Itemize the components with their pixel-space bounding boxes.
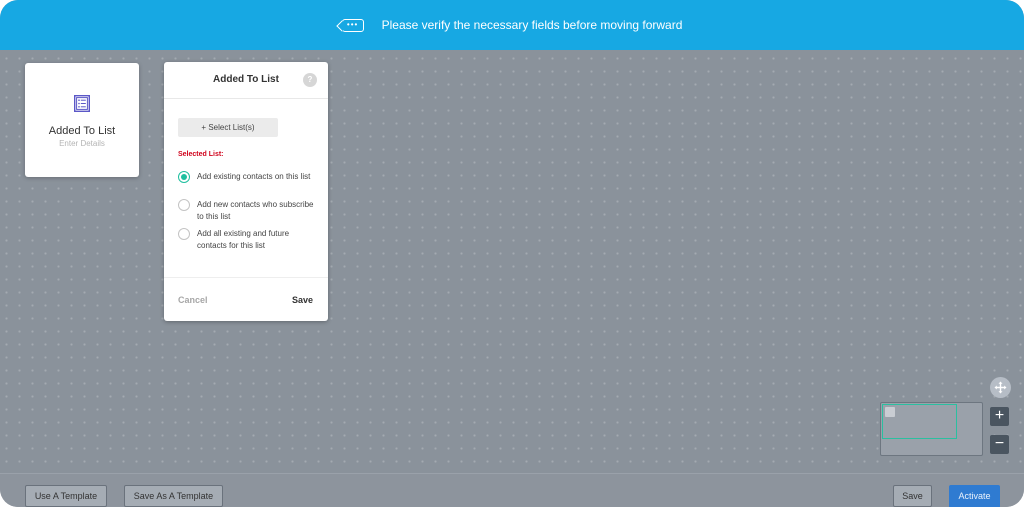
panel-title: Added To List [213, 74, 279, 85]
node-subtitle: Enter Details [59, 139, 105, 148]
cancel-button[interactable]: Cancel [178, 295, 208, 305]
node-settings-panel: Added To List ? + Select List(s) Selecte… [164, 62, 328, 321]
panel-header: Added To List ? [164, 62, 328, 99]
use-template-button[interactable]: Use A Template [25, 485, 107, 507]
selected-list-label: Selected List: [178, 151, 224, 158]
minimap[interactable] [880, 402, 983, 456]
radio-new-contacts[interactable] [178, 199, 190, 211]
validation-banner: ••• Please verify the necessary fields b… [0, 0, 1024, 50]
option-new-contacts[interactable]: Add new contacts who subscribe to this l… [178, 199, 318, 223]
app-window: ••• Please verify the necessary fields b… [0, 0, 1024, 507]
option-all-contacts[interactable]: Add all existing and future contacts for… [178, 228, 318, 252]
banner-message: Please verify the necessary fields befor… [381, 18, 683, 32]
zoom-in-button[interactable]: + [990, 407, 1009, 426]
radio-all-contacts[interactable] [178, 228, 190, 240]
option-label: Add new contacts who subscribe to this l… [197, 200, 314, 221]
option-label: Add all existing and future contacts for… [197, 229, 290, 250]
save-button[interactable]: Save [893, 485, 932, 507]
bottom-toolbar: Use A Template Save As A Template Save A… [0, 473, 1024, 507]
radio-existing-contacts[interactable] [178, 171, 190, 183]
move-icon[interactable] [990, 377, 1011, 398]
chat-bubble-dots: ••• [346, 20, 359, 29]
panel-save-button[interactable]: Save [292, 295, 313, 305]
minimap-node [885, 407, 895, 417]
option-label: Add existing contacts on this list [197, 172, 311, 181]
option-existing-contacts[interactable]: Add existing contacts on this list [178, 171, 318, 183]
list-icon [74, 95, 90, 112]
panel-footer: Cancel Save [164, 277, 328, 321]
help-icon[interactable]: ? [303, 73, 317, 87]
workflow-node-added-to-list[interactable]: Added To List Enter Details [25, 63, 139, 177]
chat-bubble-icon: ••• [341, 18, 364, 32]
activate-button[interactable]: Activate [949, 485, 1000, 507]
node-title: Added To List [48, 125, 116, 137]
zoom-out-button[interactable]: − [990, 435, 1009, 454]
move-arrows-icon [994, 381, 1007, 394]
select-lists-button[interactable]: + Select List(s) [178, 118, 278, 137]
save-as-template-button[interactable]: Save As A Template [124, 485, 223, 507]
